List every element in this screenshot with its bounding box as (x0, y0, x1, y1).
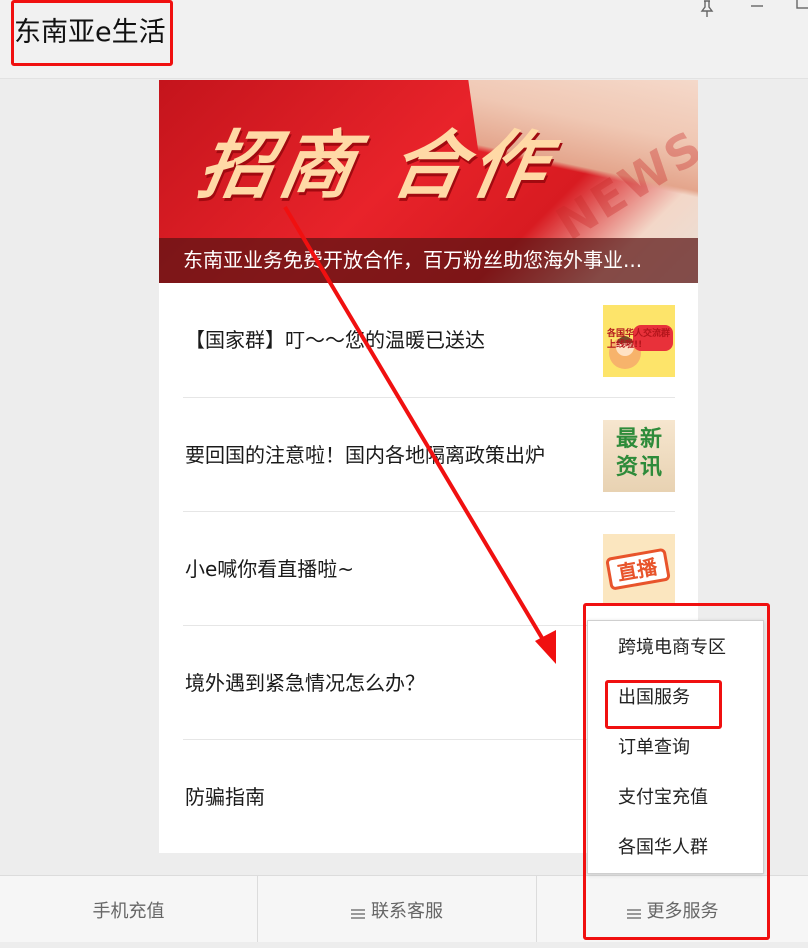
thumb-text: 各国华人交流群 上线啦!! (607, 329, 671, 350)
maximize-icon[interactable] (790, 0, 808, 20)
pin-icon[interactable] (694, 0, 720, 20)
banner-headline: 招商 合作 (192, 123, 560, 209)
group-chat-thumbnail: 各国华人交流群 上线啦!! (603, 305, 675, 377)
minimize-icon[interactable] (744, 0, 770, 20)
article-title: 境外遇到紧急情况怎么办？ (185, 671, 425, 695)
tab-mobile-recharge[interactable]: 手机充值 (0, 876, 257, 942)
article-title: 【国家群】叮～～您的温暖已送达 (185, 328, 485, 352)
list-item[interactable]: 【国家群】叮～～您的温暖已送达 各国华人交流群 上线啦!! (183, 283, 675, 397)
banner-caption: 东南亚业务免费开放合作，百万粉丝助您海外事业... (159, 238, 698, 283)
article-title: 小e喊你看直播啦~ (185, 557, 355, 581)
menu-icon (351, 909, 365, 919)
list-item[interactable]: 要回国的注意啦！国内各地隔离政策出炉 最新资讯 (183, 397, 675, 511)
news-thumbnail: 最新资讯 (603, 420, 675, 492)
tab-label: 手机充值 (92, 901, 165, 922)
highlight-box-title (11, 0, 173, 66)
article-title: 要回国的注意啦！国内各地隔离政策出炉 (185, 443, 545, 467)
live-thumbnail: 直播 (603, 534, 675, 606)
banner[interactable]: 招商 合作 NEWS 东南亚业务免费开放合作，百万粉丝助您海外事业... (159, 80, 698, 283)
thumb-text: 最新资讯 (615, 427, 664, 480)
tab-label: 联系客服 (371, 901, 443, 922)
highlight-box-menu (583, 603, 770, 940)
tab-contact-service[interactable]: 联系客服 (257, 876, 536, 942)
article-title: 防骗指南 (185, 785, 265, 809)
highlight-box-overseas-service (605, 680, 722, 729)
